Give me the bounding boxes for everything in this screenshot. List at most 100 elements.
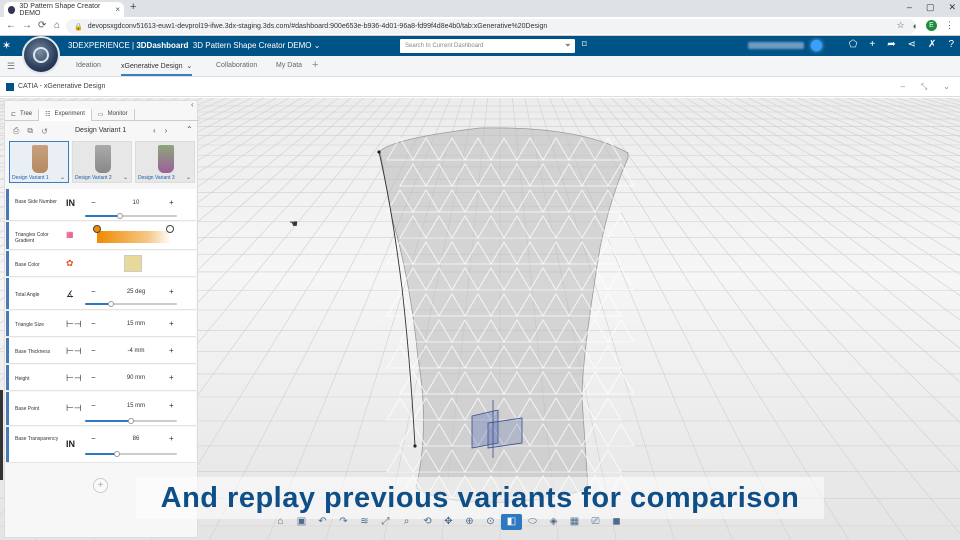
param-value[interactable]: 90 mm — [109, 375, 163, 381]
zoom-area-icon[interactable]: ⌕ — [396, 514, 417, 530]
variant-thumbnail[interactable]: Design Variant 2 ⌄ — [72, 141, 132, 183]
tab-monitor[interactable]: ▭ Monitor — [92, 109, 135, 121]
color-gradient-bar[interactable] — [97, 231, 171, 243]
chevron-down-icon[interactable]: ⌄ — [60, 174, 65, 181]
chevron-down-icon[interactable]: ⌄ — [943, 82, 950, 92]
capture-variant-icon[interactable]: ⎙ — [13, 126, 19, 136]
wifi-icon[interactable]: ≋ — [354, 514, 375, 530]
gradient-start-knob[interactable] — [93, 225, 101, 233]
home-icon[interactable]: ⌂ — [270, 514, 291, 530]
collapse-up-icon[interactable]: ⌃ — [186, 125, 193, 134]
network-icon[interactable]: ⋖ — [908, 39, 916, 50]
param-slider-knob[interactable] — [128, 418, 134, 424]
undo-icon[interactable]: ↶ — [312, 514, 333, 530]
url-input[interactable]: 🔒 devopsxgdconv51613-euw1-devprol19-ifwe… — [66, 19, 916, 34]
increment-button[interactable]: + — [169, 373, 174, 382]
param-value[interactable]: 86 — [109, 436, 163, 442]
back-icon[interactable]: ← — [6, 20, 16, 31]
forward-icon[interactable]: → — [22, 20, 32, 31]
reset-icon[interactable]: ↺ — [41, 127, 48, 136]
tab-my-data[interactable]: My Data — [276, 62, 302, 69]
cube-view-icon[interactable]: ◧ — [501, 514, 522, 530]
browser-tab[interactable]: 3D Pattern Shape Creator DEMO × — [4, 2, 124, 17]
rotate-icon[interactable]: ⟲ — [417, 514, 438, 530]
sidebar-toggle-icon[interactable]: ☰ — [7, 61, 15, 72]
previous-variant-button[interactable]: ‹ — [153, 126, 156, 135]
add-parameter-button[interactable]: + — [93, 478, 108, 493]
decrement-button[interactable]: − — [91, 346, 96, 355]
increment-button[interactable]: + — [169, 198, 174, 207]
tag-menu-icon[interactable]: ⬠ — [849, 39, 858, 50]
normal-view-icon[interactable]: ⊙ — [480, 514, 501, 530]
increment-button[interactable]: + — [169, 346, 174, 355]
vase-model[interactable] — [379, 127, 629, 504]
tools-icon[interactable]: ✗ — [928, 39, 936, 50]
param-slider-knob[interactable] — [116, 213, 123, 219]
chevron-down-icon[interactable]: ⌄ — [314, 41, 321, 50]
shading-icon[interactable]: ⬭ — [522, 514, 543, 530]
fit-icon[interactable]: ⤢ — [375, 514, 396, 530]
home-icon[interactable]: ⌂ — [54, 20, 60, 31]
param-value[interactable]: 25 deg — [109, 289, 163, 295]
pan-icon[interactable]: ✥ — [438, 514, 459, 530]
curve-point[interactable] — [413, 444, 417, 448]
help-icon[interactable]: ? — [948, 39, 954, 50]
chevron-down-icon[interactable]: ⌄ — [123, 174, 128, 181]
param-slider-knob[interactable] — [107, 301, 114, 307]
user-avatar[interactable] — [811, 40, 822, 51]
tab-ideation[interactable]: Ideation — [76, 62, 101, 69]
close-window-button[interactable]: ✕ — [948, 2, 956, 13]
redo-icon[interactable]: ↷ — [333, 514, 354, 530]
param-value[interactable]: 10 — [109, 200, 163, 206]
param-value[interactable]: 15 mm — [109, 321, 163, 327]
capture-icon[interactable]: ⎚ — [585, 514, 606, 530]
param-value[interactable]: 15 mm — [109, 403, 163, 409]
base-color-swatch[interactable] — [124, 255, 142, 272]
param-slider-knob[interactable] — [114, 451, 121, 457]
collapse-icon[interactable]: ⤡ — [921, 82, 927, 92]
add-icon[interactable]: + — [869, 39, 875, 50]
copy-variant-icon[interactable]: ⧉ — [27, 126, 33, 136]
variant-thumbnail[interactable]: Design Variant 1 ⌄ — [9, 141, 69, 183]
curve-point[interactable] — [377, 150, 381, 154]
decrement-button[interactable]: − — [91, 319, 96, 328]
decrement-button[interactable]: − — [91, 373, 96, 382]
close-tab-icon[interactable]: × — [115, 5, 120, 14]
search-input[interactable]: Search In Current Dashboard ⏷ — [400, 39, 575, 53]
tab-experiment[interactable]: ☷ Experiment — [39, 109, 92, 121]
increment-button[interactable]: + — [169, 434, 174, 443]
save-icon[interactable]: ▣ — [291, 514, 312, 530]
tab-xgenerative-design[interactable]: xGenerative Design ⌄ — [121, 62, 193, 76]
variant-thumbnail[interactable]: Design Variant 3 ⌄ — [135, 141, 195, 183]
compass-icon[interactable] — [22, 36, 60, 74]
gradient-end-knob[interactable] — [166, 225, 174, 233]
add-tab-button[interactable]: + — [312, 59, 318, 71]
tab-collaboration[interactable]: Collaboration — [216, 62, 257, 69]
increment-button[interactable]: + — [169, 401, 174, 410]
collapse-panel-icon[interactable]: ‹ — [191, 100, 194, 109]
next-variant-button[interactable]: › — [165, 126, 168, 135]
extension-icon[interactable]: ◐ — [913, 21, 918, 31]
box-icon[interactable]: ◼ — [606, 514, 627, 530]
share-icon[interactable]: ➦ — [887, 39, 895, 50]
maximize-button[interactable]: ▢ — [926, 2, 935, 13]
user-name-blurred[interactable] — [748, 42, 804, 49]
zoom-icon[interactable]: ⊕ — [459, 514, 480, 530]
profile-avatar[interactable]: E — [926, 20, 937, 31]
filter-icon[interactable]: ⏷ — [565, 39, 571, 53]
reload-icon[interactable]: ⟳ — [38, 20, 46, 31]
minimize-button[interactable]: – — [907, 2, 912, 13]
decrement-button[interactable]: − — [91, 401, 96, 410]
render-icon[interactable]: ◈ — [543, 514, 564, 530]
decrement-button[interactable]: − — [91, 434, 96, 443]
param-value[interactable]: -4 mm — [109, 348, 163, 354]
increment-button[interactable]: + — [169, 287, 174, 296]
decrement-button[interactable]: − — [91, 198, 96, 207]
star-icon[interactable]: ☆ — [896, 20, 904, 31]
tab-tree[interactable]: ⊏ Tree — [5, 109, 40, 121]
new-tab-button[interactable]: + — [130, 1, 136, 13]
decrement-button[interactable]: − — [91, 287, 96, 296]
menu-icon[interactable]: ⋮ — [945, 20, 954, 31]
tag-icon[interactable]: ⌑ — [582, 39, 587, 50]
increment-button[interactable]: + — [169, 319, 174, 328]
